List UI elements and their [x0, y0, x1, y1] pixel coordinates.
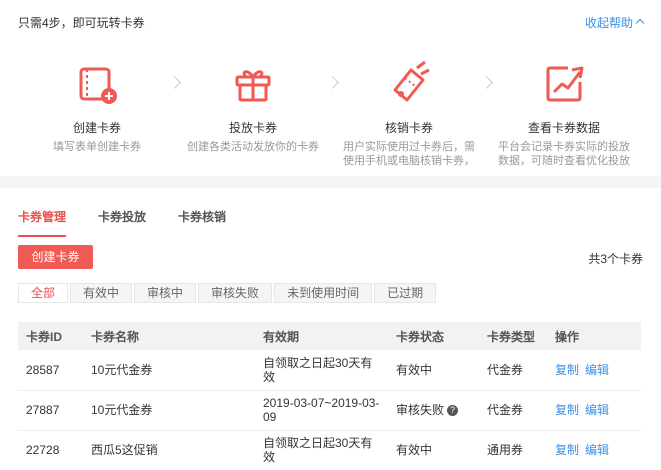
- tab-card-verification[interactable]: 卡券核销: [178, 208, 226, 237]
- help-title: 只需4步，即可玩转卡券: [18, 16, 145, 30]
- step-desc: 创建各类活动发放你的卡券: [187, 141, 319, 153]
- cards-table: 卡券ID 卡券名称 有效期 卡券状态 卡券类型 操作 28587 10元代金券 …: [18, 322, 641, 470]
- cell-id: 22728: [18, 430, 83, 470]
- col-header-validity: 有效期: [255, 322, 388, 350]
- step-desc: 填写表单创建卡券: [53, 141, 141, 153]
- table-row: 28587 10元代金券 自领取之日起30天有效 有效中 代金券 复制 编辑: [18, 350, 641, 391]
- main-tabs: 卡券管理 卡券投放 卡券核销: [18, 208, 258, 237]
- cell-status: 审核失败?: [388, 390, 479, 431]
- chevron-right-icon: [480, 76, 493, 89]
- card-add-icon: [79, 67, 117, 104]
- chevron-up-icon: [635, 18, 645, 28]
- help-step-data: 查看卡券数据 平台会记录卡券实际的投放数据，可随时查看优化投放: [494, 60, 634, 168]
- step-title: 投放卡券: [228, 121, 277, 135]
- col-header-id: 卡券ID: [18, 322, 83, 350]
- help-panel: 只需4步，即可玩转卡券 收起帮助 创建卡券 填写表单创建卡券 投放卡券 创建各类…: [0, 0, 661, 178]
- step-desc: 平台会记录卡券实际的投放数据，可随时查看优化投放: [498, 141, 630, 167]
- cell-actions: 复制 编辑: [547, 430, 641, 470]
- cell-name: 10元代金券: [83, 390, 255, 431]
- edit-link[interactable]: 编辑: [585, 403, 609, 417]
- cell-type: 代金券: [479, 350, 547, 391]
- ticket-verify-icon: [393, 60, 430, 102]
- help-step-create: 创建卡券 填写表单创建卡券: [27, 60, 167, 168]
- status-filters: 全部 有效中 审核中 审核失败 未到使用时间 已过期: [18, 283, 438, 303]
- filter-review-failed[interactable]: 审核失败: [198, 283, 273, 303]
- cell-status: 有效中: [388, 350, 479, 391]
- filter-reviewing[interactable]: 审核中: [134, 283, 197, 303]
- cell-validity: 自领取之日起30天有效: [255, 430, 388, 470]
- tab-card-management[interactable]: 卡券管理: [18, 208, 67, 237]
- cell-name: 西瓜5这促销: [83, 430, 255, 470]
- create-card-button[interactable]: 创建卡券: [18, 245, 93, 269]
- help-step-distribute: 投放卡券 创建各类活动发放你的卡券: [183, 60, 323, 168]
- step-title: 创建卡券: [72, 121, 121, 135]
- filter-active[interactable]: 有效中: [70, 283, 133, 303]
- tab-card-distribution[interactable]: 卡券投放: [98, 208, 146, 237]
- question-mark-icon[interactable]: ?: [447, 405, 459, 417]
- cell-type: 代金券: [479, 390, 547, 431]
- cell-actions: 复制 编辑: [547, 390, 641, 431]
- section-divider: [0, 176, 661, 188]
- col-header-name: 卡券名称: [83, 322, 255, 350]
- filter-expired[interactable]: 已过期: [374, 283, 437, 303]
- col-header-type: 卡券类型: [479, 322, 547, 350]
- edit-link[interactable]: 编辑: [585, 363, 609, 377]
- cell-status: 有效中: [388, 430, 479, 470]
- gift-icon: [235, 70, 271, 102]
- chevron-right-icon: [168, 76, 181, 89]
- cell-id: 28587: [18, 350, 83, 391]
- help-step-verify: 核销卡券 用户实际使用过卡券后，需使用手机或电脑核销卡券，记录使用情况: [339, 60, 479, 168]
- copy-link[interactable]: 复制: [555, 363, 579, 377]
- table-header-row: 卡券ID 卡券名称 有效期 卡券状态 卡券类型 操作: [18, 322, 641, 350]
- step-desc: 用户实际使用过卡券后，需使用手机或电脑核销卡券，记录使用情况: [343, 141, 475, 167]
- edit-link[interactable]: 编辑: [585, 443, 609, 457]
- cell-validity: 自领取之日起30天有效: [255, 350, 388, 391]
- col-header-status: 卡券状态: [388, 322, 479, 350]
- collapse-help-link[interactable]: 收起帮助: [584, 14, 645, 31]
- copy-link[interactable]: 复制: [555, 403, 579, 417]
- cell-validity: 2019-03-07~2019-03-09: [255, 390, 388, 431]
- copy-link[interactable]: 复制: [555, 443, 579, 457]
- filter-all[interactable]: 全部: [18, 283, 69, 303]
- step-title: 核销卡券: [384, 121, 433, 135]
- step-title: 查看卡券数据: [527, 121, 600, 135]
- status-text: 审核失败: [396, 403, 445, 417]
- cell-type: 通用券: [479, 430, 547, 470]
- col-header-actions: 操作: [547, 322, 641, 350]
- cell-name: 10元代金券: [83, 350, 255, 391]
- cell-id: 27887: [18, 390, 83, 431]
- filter-not-started[interactable]: 未到使用时间: [274, 283, 373, 303]
- total-card-count: 共3个卡券: [588, 252, 643, 266]
- table-row: 27887 10元代金券 2019-03-07~2019-03-09 审核失败?…: [18, 390, 641, 431]
- chevron-right-icon: [326, 76, 339, 89]
- table-row: 22728 西瓜5这促销 自领取之日起30天有效 有效中 通用券 复制 编辑: [18, 430, 641, 470]
- cell-actions: 复制 编辑: [547, 350, 641, 391]
- trend-chart-icon: [546, 66, 584, 102]
- collapse-help-label: 收起帮助: [584, 16, 633, 30]
